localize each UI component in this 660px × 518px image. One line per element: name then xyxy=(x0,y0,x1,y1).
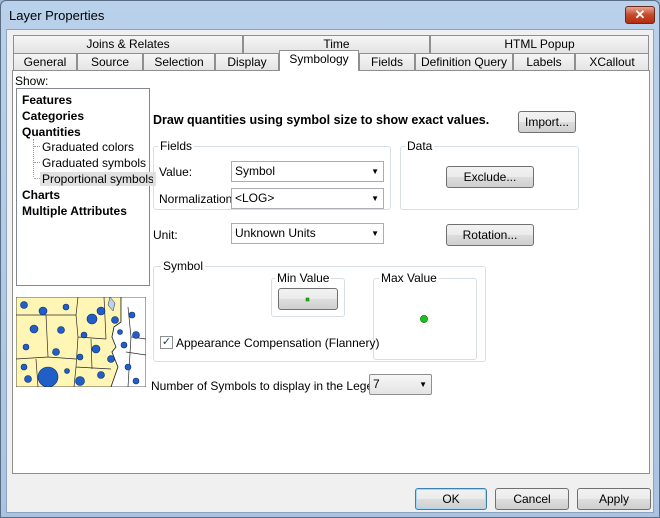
value-label: Value: xyxy=(159,165,193,179)
normalization-combo-text: <LOG> xyxy=(235,191,275,205)
max-value-label: Max Value xyxy=(379,271,439,285)
tab-labels[interactable]: Labels xyxy=(513,53,575,71)
tree-connector xyxy=(33,139,34,177)
max-symbol-icon[interactable] xyxy=(418,313,430,325)
appearance-compensation-checkbox[interactable]: ✓ xyxy=(160,336,173,349)
check-icon: ✓ xyxy=(161,336,172,348)
window-title: Layer Properties xyxy=(9,8,105,23)
unit-combo-text: Unknown Units xyxy=(235,226,316,240)
layer-properties-window: Layer Properties ✕ Joins & Relates Time … xyxy=(0,0,660,518)
appearance-compensation-label: Appearance Compensation (Flannery) xyxy=(176,336,380,350)
show-tree: Features Categories Quantities Graduated… xyxy=(16,88,157,286)
dropdown-arrow-icon: ▼ xyxy=(371,167,379,176)
min-value-label: Min Value xyxy=(275,271,332,285)
tree-item-categories[interactable]: Categories xyxy=(22,109,84,123)
tree-connector xyxy=(34,162,40,163)
min-value-symbol-button[interactable] xyxy=(278,288,338,310)
tree-item-graduated-symbols[interactable]: Graduated symbols xyxy=(42,156,146,170)
title-bar[interactable]: Layer Properties ✕ xyxy=(1,1,659,29)
apply-button[interactable]: Apply xyxy=(577,488,651,510)
unit-combo[interactable]: Unknown Units ▼ xyxy=(231,223,384,244)
dropdown-arrow-icon: ▼ xyxy=(371,194,379,203)
tree-item-charts[interactable]: Charts xyxy=(22,188,60,202)
legend-count-combo[interactable]: 7 ▼ xyxy=(369,374,432,395)
ok-button[interactable]: OK xyxy=(415,488,487,510)
close-button[interactable]: ✕ xyxy=(625,6,655,24)
normalization-label: Normalization: xyxy=(159,192,236,206)
fields-group-label: Fields xyxy=(158,139,195,153)
tree-item-features[interactable]: Features xyxy=(22,93,72,107)
tree-item-proportional-symbols[interactable]: Proportional symbols xyxy=(40,172,157,186)
dropdown-arrow-icon: ▼ xyxy=(371,229,379,238)
cancel-button[interactable]: Cancel xyxy=(495,488,569,510)
value-combo-text: Symbol xyxy=(235,164,276,178)
data-group-label: Data xyxy=(405,139,435,153)
min-symbol-icon xyxy=(305,297,310,302)
tree-item-quantities[interactable]: Quantities xyxy=(22,125,81,139)
legend-count-text: 7 xyxy=(373,377,380,391)
symbol-group-label: Symbol xyxy=(161,259,206,273)
show-label: Show: xyxy=(15,74,49,88)
dialog-client: Joins & Relates Time HTML Popup General … xyxy=(6,29,654,513)
legend-count-label: Number of Symbols to display in the Lege… xyxy=(151,379,390,393)
rotation-button[interactable]: Rotation... xyxy=(446,224,534,246)
tab-symbology[interactable]: Symbology xyxy=(279,50,359,71)
tab-fields[interactable]: Fields xyxy=(359,53,415,71)
import-button[interactable]: Import... xyxy=(518,111,576,133)
tab-html-popup[interactable]: HTML Popup xyxy=(430,35,649,53)
tab-selection[interactable]: Selection xyxy=(143,53,215,71)
tab-definition-query[interactable]: Definition Query xyxy=(415,53,513,71)
tab-joins-relates[interactable]: Joins & Relates xyxy=(13,35,243,53)
tree-connector xyxy=(34,146,40,147)
tree-item-multiple-attributes[interactable]: Multiple Attributes xyxy=(22,204,127,218)
tree-item-graduated-colors[interactable]: Graduated colors xyxy=(42,140,134,154)
dropdown-arrow-icon: ▼ xyxy=(419,380,427,389)
tab-xcallout[interactable]: XCallout xyxy=(575,53,649,71)
normalization-combo[interactable]: <LOG> ▼ xyxy=(231,188,384,209)
map-preview xyxy=(16,297,146,387)
tab-source[interactable]: Source xyxy=(77,53,143,71)
symbology-heading: Draw quantities using symbol size to sho… xyxy=(153,113,490,127)
exclude-button[interactable]: Exclude... xyxy=(446,166,534,188)
value-combo[interactable]: Symbol ▼ xyxy=(231,161,384,182)
map-preview-image xyxy=(16,297,146,387)
tab-general[interactable]: General xyxy=(13,53,77,71)
close-icon: ✕ xyxy=(634,7,646,22)
symbology-panel: Show: Features Categories Quantities Gra… xyxy=(12,70,650,474)
tab-display[interactable]: Display xyxy=(215,53,279,71)
unit-label: Unit: xyxy=(153,228,178,242)
